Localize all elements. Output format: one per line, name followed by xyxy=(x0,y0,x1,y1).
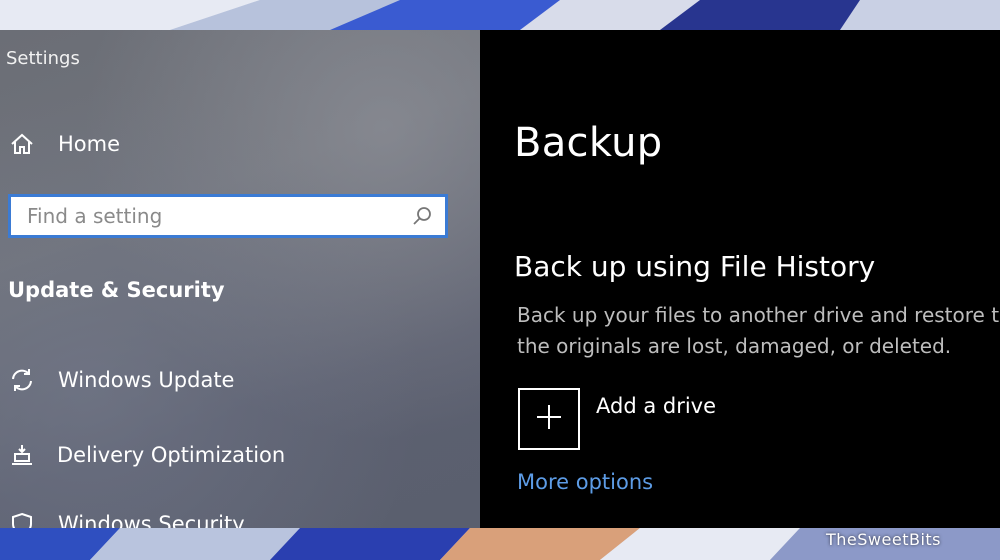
sidebar: Settings Home Update & Security xyxy=(0,30,480,528)
add-drive-label[interactable]: Add a drive xyxy=(596,394,716,418)
section-heading: Update & Security xyxy=(8,278,225,302)
sidebar-item-windows-update[interactable]: Windows Update xyxy=(8,366,234,394)
sync-icon xyxy=(8,366,36,394)
window-title: Settings xyxy=(6,48,80,69)
file-history-description: Back up your files to another drive and … xyxy=(517,303,1000,358)
file-history-heading: Back up using File History xyxy=(514,250,876,283)
sidebar-item-home[interactable]: Home xyxy=(8,130,120,158)
plus-icon xyxy=(534,402,564,436)
page-title: Backup xyxy=(514,120,663,166)
content-pane: Backup Back up using File History Back u… xyxy=(480,30,1000,528)
sidebar-item-label: Delivery Optimization xyxy=(57,443,286,467)
sidebar-item-windows-security[interactable]: Windows Security xyxy=(8,510,245,528)
home-icon xyxy=(8,130,36,158)
add-drive-button[interactable] xyxy=(518,388,580,450)
sidebar-item-label: Windows Security xyxy=(58,512,245,528)
search-box xyxy=(8,194,448,238)
sidebar-item-label: Windows Update xyxy=(58,368,235,392)
windows-security-icon xyxy=(8,510,36,528)
sidebar-item-label: Home xyxy=(58,132,121,156)
settings-window: Settings Home Update & Security xyxy=(0,30,1000,528)
search-icon[interactable] xyxy=(409,203,435,229)
watermark: TheSweetBits xyxy=(826,530,941,549)
delivery-optimization-icon xyxy=(8,441,36,469)
sidebar-item-delivery-optimization[interactable]: Delivery Optimization xyxy=(8,441,285,469)
search-input[interactable] xyxy=(11,197,409,235)
more-options-link[interactable]: More options xyxy=(517,470,653,494)
